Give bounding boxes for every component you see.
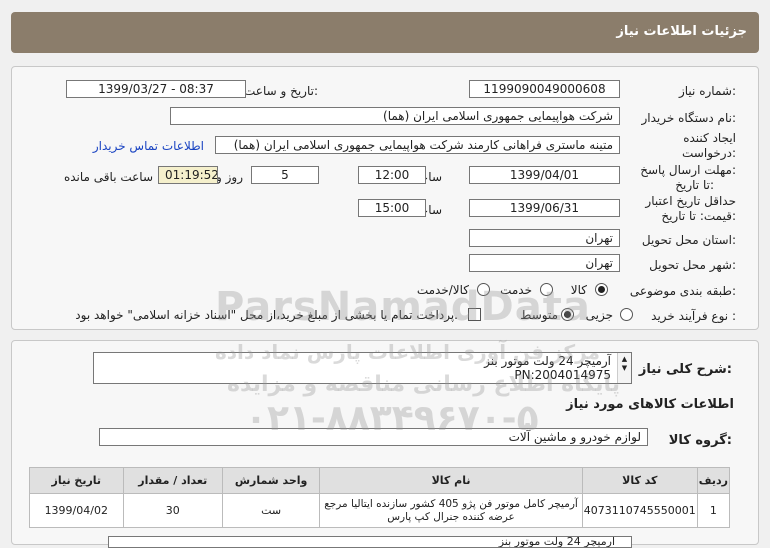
category-radio-service[interactable] — [540, 283, 553, 296]
cell-qty: 30 — [122, 493, 223, 528]
cell-code: 4073110745550001 — [581, 493, 698, 528]
items-table: ردیف کد کالا نام کالا واحد شمارش تعداد /… — [29, 467, 731, 528]
col-name: نام کالا — [319, 467, 583, 494]
col-qty: تعداد / مقدار — [122, 467, 223, 494]
table-header-row: ردیف کد کالا نام کالا واحد شمارش تعداد /… — [29, 467, 731, 494]
city-label: شهر محل تحویل: — [649, 258, 736, 272]
process-label: نوع فرآیند خرید : — [651, 309, 736, 323]
buyer-label: نام دستگاه خریدار: — [641, 111, 737, 125]
page-header: جزئیات اطلاعات نیاز — [11, 12, 759, 53]
description-line-2: PN:2004014975 — [514, 368, 611, 382]
textarea-scrollbar[interactable]: ▲ ▼ — [617, 353, 631, 383]
category-label: طبقه بندی موضوعی: — [629, 284, 736, 298]
validity-date-field[interactable]: 1399/06/31 — [469, 199, 620, 217]
buyer-field[interactable]: شرکت هواپیمایی جمهوری اسلامی ایران (هما) — [170, 107, 620, 125]
treasury-checkbox[interactable] — [468, 308, 481, 321]
announce-field[interactable]: 1399/03/27 - 08:37 — [66, 80, 246, 98]
col-date: تاریخ نیاز — [29, 467, 124, 494]
days-label: روز و — [216, 170, 243, 184]
category-radio-goods[interactable] — [595, 283, 608, 296]
deadline-label-1: مهلت ارسال پاسخ: — [640, 163, 736, 177]
col-row: ردیف — [696, 467, 731, 494]
process-radio-minor[interactable] — [620, 308, 633, 321]
creator-label-2: درخواست: — [682, 146, 736, 160]
days-field[interactable]: 5 — [251, 166, 319, 184]
cell-row: 1 — [696, 493, 731, 528]
category-option-both: کالا/خدمت — [416, 283, 469, 297]
cell-name: آرمیچر کامل موتور فن پژو 405 کشور سازنده… — [319, 493, 583, 528]
col-unit: واحد شمارش — [221, 467, 321, 494]
creator-label-1: ایجاد کننده — [683, 131, 736, 145]
process-radio-medium[interactable] — [561, 308, 574, 321]
description-label: شرح کلی نیاز: — [638, 362, 732, 377]
scroll-arrows-icon: ▲ ▼ — [621, 355, 628, 372]
cell-unit: ست — [221, 493, 321, 528]
bottom-textarea[interactable]: آرمیچر 24 ولت موتور بنز — [108, 536, 632, 548]
deadline-label-2: تا تاریخ: — [675, 178, 714, 192]
group-label: گروه کالا: — [668, 433, 732, 448]
creator-field[interactable]: متینه ماستری فراهانی کارمند شرکت هواپیما… — [215, 136, 620, 154]
process-option-medium: متوسط — [520, 308, 558, 322]
city-field[interactable]: تهران — [469, 254, 620, 272]
description-textarea[interactable]: آرمیچر 24 ولت موتور بنز PN:2004014975 ▲ ▼ — [93, 352, 632, 384]
description-line-1: آرمیچر 24 ولت موتور بنز — [484, 354, 611, 368]
contact-buyer-link[interactable]: اطلاعات تماس خریدار — [93, 139, 204, 153]
table-row[interactable]: 1 4073110745550001 آرمیچر کامل موتور فن … — [29, 493, 731, 528]
deadline-date-field[interactable]: 1399/04/01 — [469, 166, 620, 184]
need-number-field[interactable]: 1199090049000608 — [469, 80, 620, 98]
page-title: جزئیات اطلاعات نیاز — [616, 24, 747, 39]
cell-date: 1399/04/02 — [29, 493, 124, 528]
remaining-time-field: 01:19:52 — [158, 166, 218, 184]
category-option-service: خدمت — [500, 283, 532, 297]
category-radio-both[interactable] — [477, 283, 490, 296]
validity-label-2: قیمت: تا تاریخ: — [661, 209, 736, 223]
category-option-goods: کالا — [570, 283, 587, 297]
cell-name-line-1: آرمیچر کامل موتور فن پژو 405 کشور سازنده… — [324, 497, 578, 510]
remaining-label: ساعت باقی مانده — [63, 170, 153, 184]
province-label: استان محل تحویل: — [641, 233, 736, 247]
group-field[interactable]: لوازم خودرو و ماشین آلات — [99, 428, 648, 446]
province-field[interactable]: تهران — [469, 229, 620, 247]
need-number-label: شماره نیاز: — [678, 84, 736, 98]
cell-name-line-2: عرضه کننده جنرال کپ پارس — [387, 510, 515, 523]
validity-label-1: حداقل تاریخ اعتبار — [645, 194, 736, 208]
col-code: کد کالا — [581, 467, 698, 494]
validity-time-field[interactable]: 15:00 — [358, 199, 426, 217]
deadline-time-field[interactable]: 12:00 — [358, 166, 426, 184]
process-option-minor: جزیی — [585, 308, 613, 322]
payment-note: پرداخت تمام یا بخشی از مبلغ خرید،از محل … — [75, 308, 458, 322]
bottom-text: آرمیچر 24 ولت موتور بنز — [498, 536, 615, 548]
items-header: اطلاعات کالاهای مورد نیاز — [566, 397, 734, 412]
